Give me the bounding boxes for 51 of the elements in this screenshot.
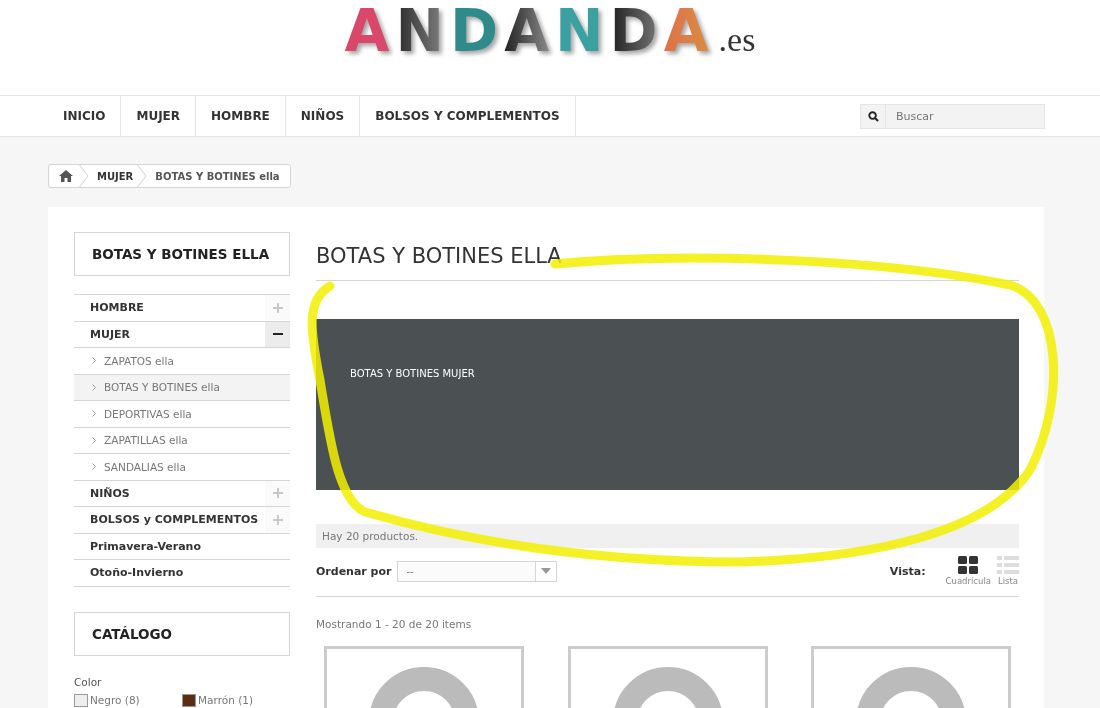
subcategory-link[interactable]: ZAPATOS ella xyxy=(104,354,174,367)
search-icon[interactable] xyxy=(867,110,879,122)
grid-view-button[interactable]: Cuadrícula xyxy=(945,556,991,586)
banner-text: BOTAS Y BOTINES MUJER xyxy=(350,368,475,379)
block-title: CATÁLOGO xyxy=(74,611,290,656)
subcategory-link[interactable]: DEPORTIVAS ella xyxy=(104,407,192,420)
nav-link[interactable]: INICIO xyxy=(48,96,122,136)
page-title: BOTAS Y BOTINES ELLA xyxy=(316,244,1019,281)
grid-icon[interactable] xyxy=(958,556,979,574)
plus-icon[interactable] xyxy=(272,514,283,525)
color-filter-option[interactable]: Marrón (1) xyxy=(182,693,264,707)
expand-button[interactable] xyxy=(265,480,290,506)
collapse-button[interactable] xyxy=(265,321,290,347)
chevron-icon xyxy=(92,357,96,365)
plus-icon[interactable] xyxy=(272,488,283,499)
category-link[interactable]: MUJER xyxy=(74,327,130,341)
results-summary: Mostrando 1 - 20 de 20 items xyxy=(316,618,473,630)
view-label: Vista: xyxy=(889,564,926,578)
color-swatch[interactable] xyxy=(182,693,196,707)
subcategory-link[interactable]: SANDALIAS ella xyxy=(104,460,186,473)
sort-label: Ordenar por xyxy=(316,564,392,578)
expand-button[interactable] xyxy=(265,507,290,533)
subcategory-link[interactable]: BOTAS Y BOTINES ella xyxy=(104,381,220,394)
nav-link[interactable]: HOMBRE xyxy=(196,96,286,136)
list-icon[interactable] xyxy=(997,556,1019,574)
breadcrumb-link[interactable]: MUJER xyxy=(97,170,134,182)
home-icon[interactable] xyxy=(59,170,73,182)
plus-icon[interactable] xyxy=(272,302,283,313)
nav-link[interactable]: BOLSOS Y COMPLEMENTOS xyxy=(360,96,576,136)
chevron-icon xyxy=(92,410,96,418)
breadcrumb-link[interactable]: BOTAS Y BOTINES ella xyxy=(155,170,280,182)
chevron-icon xyxy=(92,436,96,444)
chevron-icon xyxy=(92,383,96,391)
caret-icon[interactable] xyxy=(535,561,557,581)
search-field[interactable]: Buscar xyxy=(886,103,1045,129)
category-link[interactable]: NIÑOS xyxy=(74,486,130,500)
category-link[interactable]: BOLSOS y COMPLEMENTOS xyxy=(74,513,259,527)
block-title: BOTAS Y BOTINES ELLA xyxy=(74,232,290,276)
color-filter-option[interactable]: Negro (8) xyxy=(74,693,156,707)
nav-link[interactable]: NIÑOS xyxy=(285,96,361,136)
nav-link[interactable]: MUJER xyxy=(121,96,197,136)
search-button[interactable] xyxy=(860,103,886,129)
filter-label: Color xyxy=(74,675,103,688)
chevron-icon xyxy=(92,463,96,471)
category-link[interactable]: Otoño-Invierno xyxy=(74,566,184,580)
category-link[interactable]: HOMBRE xyxy=(74,301,144,315)
category-link[interactable]: Primavera-Verano xyxy=(74,539,201,553)
list-view-button[interactable]: Lista xyxy=(997,556,1019,586)
subcategory-link[interactable]: ZAPATILLAS ella xyxy=(104,434,188,447)
color-swatch[interactable] xyxy=(74,693,88,707)
sort-dropdown[interactable]: -- xyxy=(397,560,558,582)
